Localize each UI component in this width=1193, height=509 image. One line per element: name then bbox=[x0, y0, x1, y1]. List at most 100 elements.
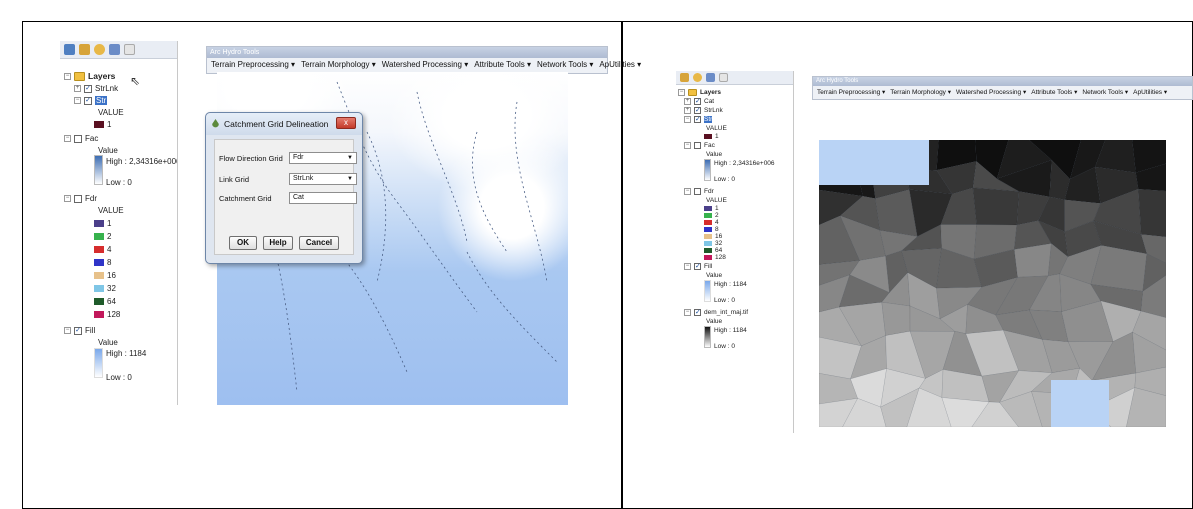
right-layer-item[interactable]: − Fdr bbox=[684, 188, 714, 195]
catchment-grid-raster bbox=[819, 140, 1166, 427]
toolbar-menu-item[interactable]: Terrain Preprocessing ▾ bbox=[817, 88, 885, 96]
left-layers-root[interactable]: − Layers bbox=[64, 71, 115, 81]
options-icon[interactable] bbox=[719, 73, 728, 82]
left-layer-fill[interactable]: − ✓ Fill bbox=[64, 326, 95, 335]
right-layer-item[interactable]: − ✓ dem_int_maj.tif bbox=[684, 309, 748, 316]
right-layer-item[interactable]: − ✓ Fill bbox=[684, 263, 712, 270]
toolbar-menu-item[interactable]: Attribute Tools ▾ bbox=[1031, 88, 1077, 96]
fdr-legend-item: 16 bbox=[94, 271, 116, 280]
fdr-legend-item: 128 bbox=[94, 310, 120, 319]
dialog-body: Flow Direction Grid Fdr ▼ Link Grid StrLn… bbox=[214, 139, 357, 255]
dropdown-arrow-icon: ▼ bbox=[347, 155, 353, 161]
legend-header: Value bbox=[98, 338, 118, 347]
fac-checkbox[interactable] bbox=[74, 134, 82, 143]
toolbar-menu-item[interactable]: Terrain Morphology ▾ bbox=[301, 60, 376, 69]
left-layer-str[interactable]: − ✓ Str bbox=[74, 96, 108, 105]
ok-button[interactable]: OK bbox=[229, 236, 257, 250]
right-layer-item[interactable]: − Fac bbox=[684, 142, 715, 149]
legend-item: 1 bbox=[704, 133, 719, 140]
help-button[interactable]: Help bbox=[263, 236, 293, 250]
left-layer-fac[interactable]: − Fac bbox=[64, 134, 98, 143]
left-layer-strlnk[interactable]: + ✓ StrLnk bbox=[74, 84, 118, 93]
toolbar-menu-row: Terrain Preprocessing ▾ Terrain Morpholog… bbox=[813, 86, 1192, 98]
catchment-cell bbox=[1013, 243, 1052, 278]
toolbar-menu-item[interactable]: Network Tools ▾ bbox=[1082, 88, 1128, 96]
flow-direction-grid-select[interactable]: Fdr ▼ bbox=[289, 152, 357, 164]
left-arc-hydro-toolbar: Arc Hydro Tools Terrain Preprocessing ▾ T… bbox=[206, 46, 641, 74]
cancel-button[interactable]: Cancel bbox=[299, 236, 339, 250]
legend-header: VALUE bbox=[98, 108, 124, 117]
toolbar-menu-item[interactable]: Watershed Processing ▾ bbox=[956, 88, 1026, 96]
right-layer-item[interactable]: + ✓ StrLnk bbox=[684, 107, 723, 114]
right-layers-root[interactable]: − Layers bbox=[678, 89, 721, 96]
left-toc-toolbar bbox=[60, 41, 177, 59]
layer-checkbox[interactable]: ✓ bbox=[694, 116, 701, 123]
layer-checkbox[interactable]: ✓ bbox=[694, 98, 701, 105]
list-by-source-icon[interactable] bbox=[680, 73, 689, 82]
layer-checkbox[interactable] bbox=[694, 188, 701, 195]
layer-checkbox[interactable]: ✓ bbox=[694, 107, 701, 114]
list-by-selection-icon[interactable] bbox=[109, 44, 120, 55]
right-map-catchments[interactable] bbox=[819, 140, 1166, 427]
fdr-checkbox[interactable] bbox=[74, 194, 82, 203]
layer-checkbox[interactable]: ✓ bbox=[694, 263, 701, 270]
legend-low: Low : 0 bbox=[714, 176, 735, 183]
link-grid-select[interactable]: StrLnk ▼ bbox=[289, 173, 357, 185]
list-by-visibility-icon[interactable] bbox=[94, 44, 105, 55]
fdr-swatch bbox=[94, 246, 104, 253]
legend-item: 128 bbox=[704, 254, 726, 261]
right-layer-item[interactable]: + ✓ Cat bbox=[684, 98, 714, 105]
legend-header: Value bbox=[98, 146, 118, 155]
legend-item: 8 bbox=[704, 226, 719, 233]
str-checkbox[interactable]: ✓ bbox=[84, 96, 92, 105]
legend-header: Value bbox=[706, 272, 723, 279]
legend-swatch bbox=[704, 220, 712, 225]
catchment-grid-delineation-dialog: Catchment Grid Delineation x Flow Direct… bbox=[205, 112, 363, 264]
right-table-of-contents: − Layers + ✓ Cat + ✓ StrLnk − ✓ Str VALUE 1− Fac Value… bbox=[676, 71, 794, 433]
fdr-swatch bbox=[94, 285, 104, 292]
legend-low: Low : 0 bbox=[106, 373, 132, 382]
fill-gradient bbox=[94, 348, 103, 378]
legend-item: 4 bbox=[704, 219, 719, 226]
fill-checkbox[interactable]: ✓ bbox=[74, 326, 82, 335]
legend-swatch bbox=[704, 241, 712, 246]
layer-checkbox[interactable] bbox=[694, 142, 701, 149]
fdr-swatch bbox=[94, 259, 104, 266]
layer-checkbox[interactable]: ✓ bbox=[694, 309, 701, 316]
close-button[interactable]: x bbox=[336, 117, 356, 129]
legend-header: VALUE bbox=[98, 206, 124, 215]
toolbar-menu-item[interactable]: Terrain Preprocessing ▾ bbox=[211, 60, 295, 69]
catchment-grid-input[interactable]: Cat bbox=[289, 192, 357, 204]
layers-root-label: Layers bbox=[88, 71, 116, 81]
fac-gradient bbox=[94, 155, 103, 185]
list-by-drawing-order-icon[interactable] bbox=[64, 44, 75, 55]
fdr-legend-item: 8 bbox=[94, 258, 111, 267]
toolbar-menu-item[interactable]: ApUtilities ▾ bbox=[1133, 88, 1167, 96]
toolbar-title: Arc Hydro Tools bbox=[813, 77, 1192, 86]
fdr-legend-item: 2 bbox=[94, 232, 111, 241]
legend-high: High : 2,34316e+006 bbox=[106, 157, 178, 166]
fdr-swatch bbox=[94, 272, 104, 279]
list-by-source-icon[interactable] bbox=[79, 44, 90, 55]
toolbar-title: Arc Hydro Tools bbox=[207, 47, 607, 58]
toolbar-menu-item[interactable]: Network Tools ▾ bbox=[537, 60, 593, 69]
layers-folder-icon bbox=[688, 89, 697, 96]
fdr-swatch bbox=[94, 220, 104, 227]
legend-swatch bbox=[704, 234, 712, 239]
legend-item: 16 bbox=[704, 233, 722, 240]
catchment-grid-label: Catchment Grid bbox=[219, 194, 272, 203]
right-layer-item[interactable]: − ✓ Str bbox=[684, 116, 713, 123]
list-by-selection-icon[interactable] bbox=[706, 73, 715, 82]
layers-folder-icon bbox=[74, 71, 85, 81]
options-icon[interactable] bbox=[124, 44, 135, 55]
toolbar-menu-item[interactable]: ApUtilities ▾ bbox=[599, 60, 641, 69]
toolbar-menu-item[interactable]: Watershed Processing ▾ bbox=[382, 60, 468, 69]
layer-name: StrLnk bbox=[95, 84, 119, 93]
list-by-visibility-icon[interactable] bbox=[693, 73, 702, 82]
dialog-title-bar: Catchment Grid Delineation x bbox=[206, 113, 362, 135]
left-layer-fdr[interactable]: − Fdr bbox=[64, 194, 97, 203]
toolbar-menu-item[interactable]: Attribute Tools ▾ bbox=[474, 60, 531, 69]
toolbar-menu-item[interactable]: Terrain Morphology ▾ bbox=[890, 88, 951, 96]
strlnk-checkbox[interactable]: ✓ bbox=[84, 84, 92, 93]
legend-swatch bbox=[704, 227, 712, 232]
